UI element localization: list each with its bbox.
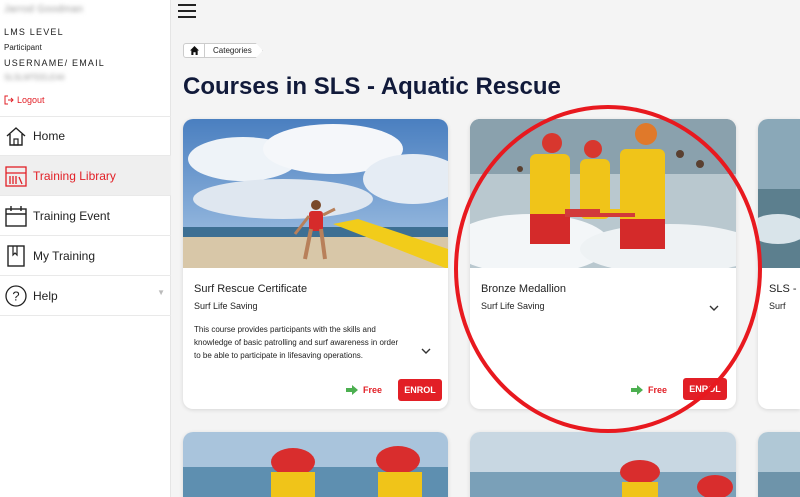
arrow-right-icon (631, 385, 643, 395)
sidebar-item-label: Home (33, 129, 66, 143)
price-label: Free (346, 385, 382, 395)
sidebar-item-training-event[interactable]: Training Event (0, 196, 171, 236)
course-org: Surf Life Saving (481, 301, 545, 311)
sidebar-item-training-library[interactable]: Training Library (0, 156, 171, 196)
home-icon (4, 124, 28, 148)
course-title: SLS - (769, 283, 797, 295)
course-card[interactable] (758, 432, 800, 497)
logout-icon (4, 95, 14, 105)
sidebar-nav: Home Training Library Training Event My … (0, 116, 171, 316)
menu-icon[interactable] (178, 4, 196, 20)
sidebar-item-label: Training Event (33, 208, 110, 223)
home-icon (189, 46, 199, 55)
sidebar-item-label: Help (33, 288, 58, 303)
course-image (758, 432, 800, 497)
course-image (470, 432, 736, 497)
price-label: Free (631, 385, 667, 395)
chevron-down-icon[interactable] (709, 303, 719, 315)
library-icon (4, 164, 28, 188)
enrol-button[interactable]: ENROL (683, 378, 727, 400)
logout-link[interactable]: Logout (4, 95, 45, 105)
course-card[interactable] (183, 432, 448, 497)
sidebar-item-my-training[interactable]: My Training (0, 236, 171, 276)
course-image (758, 119, 800, 268)
course-card[interactable] (470, 432, 736, 497)
sidebar-item-home[interactable]: Home (0, 116, 171, 156)
price-text: Free (648, 385, 668, 395)
breadcrumb-home[interactable] (183, 43, 205, 58)
breadcrumb-categories[interactable]: Categories (205, 43, 263, 58)
arrow-right-icon (346, 385, 358, 395)
course-org: Surf Life Saving (194, 301, 258, 311)
logout-label: Logout (17, 95, 45, 105)
sidebar-item-help[interactable]: ? Help ▼ (0, 276, 171, 316)
chevron-down-icon[interactable]: ▼ (157, 288, 165, 297)
course-card[interactable]: SLS - Surf (758, 119, 800, 409)
user-name: Jarrod Goodman (4, 4, 84, 15)
lms-level-label: LMS LEVEL (4, 27, 64, 37)
enrol-button[interactable]: ENROL (398, 379, 442, 401)
svg-text:?: ? (12, 288, 19, 303)
chevron-down-icon[interactable] (421, 346, 431, 358)
username-label: USERNAME/ EMAIL (4, 58, 106, 68)
course-card[interactable]: Bronze Medallion Surf Life Saving Free E… (470, 119, 736, 409)
course-description: This course provides participants with t… (194, 325, 399, 360)
course-card[interactable]: Surf Rescue Certificate Surf Life Saving… (183, 119, 448, 409)
lms-level-value: Participant (4, 43, 42, 52)
course-title: Surf Rescue Certificate (194, 283, 308, 295)
sidebar-item-label: My Training (33, 248, 96, 263)
price-text: Free (363, 385, 383, 395)
course-image (183, 119, 448, 268)
sidebar-item-label: Training Library (33, 168, 116, 183)
course-image (183, 432, 448, 497)
course-org: Surf (769, 301, 786, 311)
book-icon (4, 244, 28, 268)
help-icon: ? (4, 284, 28, 308)
sidebar: Jarrod Goodman LMS LEVEL Participant USE… (0, 0, 171, 497)
course-title: Bronze Medallion (481, 283, 566, 295)
course-image (470, 119, 736, 268)
breadcrumb: Categories (183, 43, 263, 58)
username-value: SLSLMTEELE44 (4, 73, 65, 82)
page-title: Courses in SLS - Aquatic Rescue (183, 73, 561, 100)
calendar-icon (4, 204, 28, 228)
